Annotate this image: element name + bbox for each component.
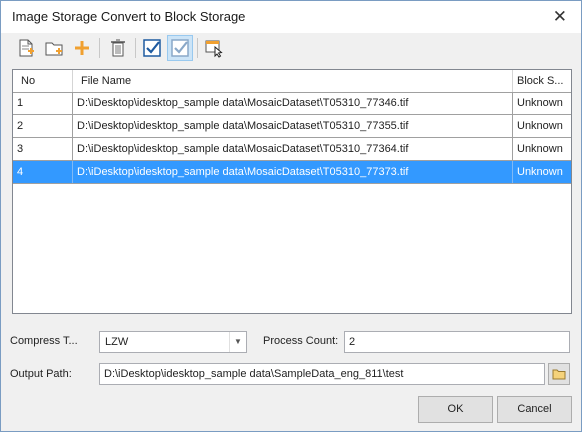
delete-icon bbox=[111, 39, 125, 57]
select-cursor-icon bbox=[205, 40, 223, 58]
toolbar-separator bbox=[135, 38, 136, 58]
add-folder-button[interactable] bbox=[41, 35, 67, 61]
close-icon[interactable]: ✕ bbox=[553, 7, 567, 27]
select-inverse-button[interactable] bbox=[167, 35, 193, 61]
add-file-icon bbox=[19, 39, 34, 57]
row-number: 3 bbox=[13, 138, 73, 160]
compress-type-label: Compress T... bbox=[10, 335, 78, 347]
row-file-name: D:\iDesktop\idesktop_sample data\MosaicD… bbox=[73, 115, 513, 137]
select-all-icon bbox=[143, 39, 161, 57]
row-file-name: D:\iDesktop\idesktop_sample data\MosaicD… bbox=[73, 161, 513, 183]
column-header-no[interactable]: No bbox=[13, 70, 73, 92]
row-block-status: Unknown bbox=[517, 97, 563, 109]
row-number: 4 bbox=[13, 161, 73, 183]
file-table[interactable]: No File Name Block S... 1 D:\iDesktop\id… bbox=[12, 69, 572, 314]
column-header-file-name[interactable]: File Name bbox=[73, 70, 513, 92]
ok-button[interactable]: OK bbox=[418, 396, 493, 423]
toolbar-separator bbox=[197, 38, 198, 58]
row-number: 2 bbox=[13, 115, 73, 137]
cancel-button[interactable]: Cancel bbox=[497, 396, 572, 423]
folder-icon bbox=[552, 369, 566, 380]
output-path-field[interactable]: D:\iDesktop\idesktop_sample data\SampleD… bbox=[99, 363, 545, 385]
dialog-title: Image Storage Convert to Block Storage bbox=[12, 9, 246, 24]
title-bar: Image Storage Convert to Block Storage ✕ bbox=[1, 1, 581, 33]
add-file-button[interactable] bbox=[13, 35, 39, 61]
add-folder-icon bbox=[45, 42, 63, 56]
row-block-status: Unknown bbox=[517, 143, 563, 155]
delete-button[interactable] bbox=[105, 35, 131, 61]
select-all-button[interactable] bbox=[139, 35, 165, 61]
compress-type-select[interactable]: LZW ▼ bbox=[99, 331, 247, 353]
toolbar bbox=[11, 33, 571, 63]
output-path-label: Output Path: bbox=[10, 368, 72, 380]
add-icon bbox=[75, 41, 89, 55]
table-row-selected[interactable]: 4 D:\iDesktop\idesktop_sample data\Mosai… bbox=[13, 161, 571, 184]
browse-button[interactable] bbox=[548, 363, 570, 385]
column-header-block-status[interactable]: Block S... bbox=[513, 70, 571, 92]
row-file-name: D:\iDesktop\idesktop_sample data\MosaicD… bbox=[73, 92, 513, 114]
toolbar-separator bbox=[99, 38, 100, 58]
table-row[interactable]: 1 D:\iDesktop\idesktop_sample data\Mosai… bbox=[13, 92, 571, 115]
process-count-label: Process Count: bbox=[263, 335, 339, 347]
add-button[interactable] bbox=[69, 35, 95, 61]
select-inverse-icon bbox=[171, 39, 189, 57]
row-block-status: Unknown bbox=[517, 166, 563, 178]
row-number: 1 bbox=[13, 92, 73, 114]
dialog-window: Image Storage Convert to Block Storage ✕ bbox=[0, 0, 582, 432]
table-header: No File Name Block S... bbox=[13, 70, 571, 93]
compress-type-value: LZW bbox=[105, 336, 129, 348]
table-row[interactable]: 2 D:\iDesktop\idesktop_sample data\Mosai… bbox=[13, 115, 571, 138]
row-file-name: D:\iDesktop\idesktop_sample data\MosaicD… bbox=[73, 138, 513, 160]
row-block-status: Unknown bbox=[517, 120, 563, 132]
process-count-field[interactable]: 2 bbox=[344, 331, 570, 353]
chevron-down-icon[interactable]: ▼ bbox=[229, 332, 246, 352]
table-row[interactable]: 3 D:\iDesktop\idesktop_sample data\Mosai… bbox=[13, 138, 571, 161]
select-cursor-button[interactable] bbox=[201, 35, 227, 61]
